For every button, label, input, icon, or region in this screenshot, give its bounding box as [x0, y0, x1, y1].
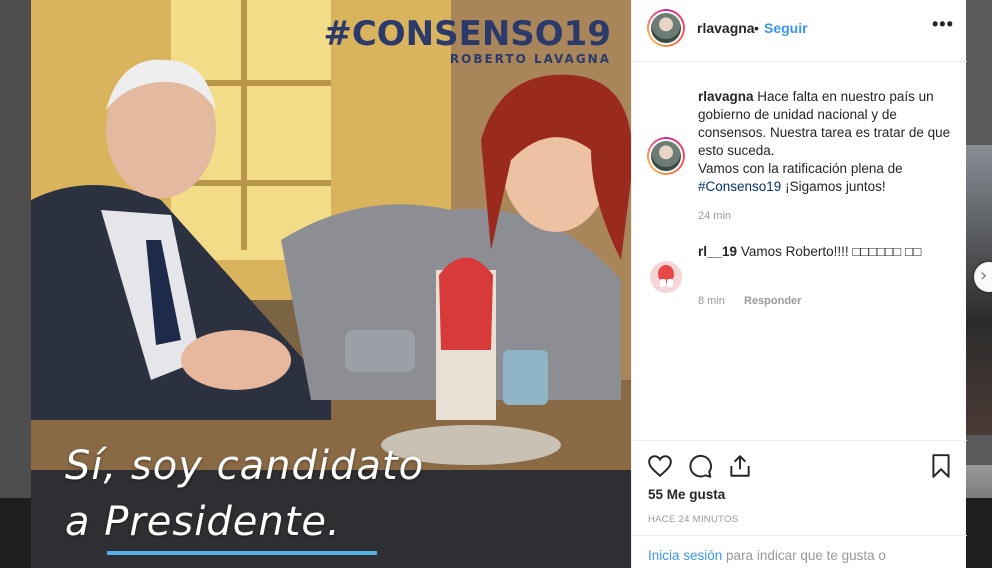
heart-icon[interactable]	[647, 453, 673, 479]
login-prompt: Inicia sesión para indicar que te gusta …	[632, 535, 967, 568]
login-link[interactable]: Inicia sesión	[648, 548, 722, 563]
caption-username[interactable]: rlavagna	[698, 89, 754, 104]
caption-text-2: Vamos con la ratificación plena de	[698, 161, 903, 176]
overlay-line-2: a Presidente.	[65, 499, 341, 545]
caption-text-3: ¡Sigamos juntos!	[785, 179, 886, 194]
comment-avatar[interactable]	[650, 261, 682, 293]
header-username[interactable]: rlavagna	[697, 20, 755, 36]
header-separator: •	[754, 20, 759, 36]
more-options-icon[interactable]: •••	[932, 14, 954, 35]
caption-hashtag[interactable]: #Consenso19	[698, 179, 781, 194]
reply-button[interactable]: Responder	[744, 295, 801, 307]
brand-name: ROBERTO LAVAGNA	[449, 52, 611, 66]
overlay-headline: Sí, soy candidato a Presidente.	[65, 438, 424, 550]
overlay-underline	[107, 551, 377, 555]
share-icon[interactable]	[727, 453, 753, 479]
login-text: para indicar que te gusta o	[722, 548, 886, 563]
caption-timestamp: 24 min	[698, 210, 732, 222]
follow-button[interactable]: Seguir	[764, 20, 808, 36]
caption-avatar[interactable]	[647, 137, 685, 175]
background-left-strip	[0, 0, 32, 568]
post-actions: 55 Me gusta HACE 24 MINUTOS Inicia sesió…	[632, 440, 967, 568]
post-sidebar: rlavagna • Seguir ••• rlavagna Hace falt…	[631, 0, 967, 568]
comment-text: Vamos Roberto!!!! □□□□□□ □□	[740, 244, 922, 259]
brand-mark: #CONSENSO19 ROBERTO LAVAGNA	[323, 14, 611, 66]
post-timestamp: HACE 24 MINUTOS	[648, 514, 739, 525]
comment: rl__19 Vamos Roberto!!!! □□□□□□ □□	[698, 243, 953, 261]
bookmark-icon[interactable]	[928, 453, 954, 479]
comment-timestamp: 8 min	[698, 295, 725, 307]
brand-hashtag: #CONSENSO19	[323, 14, 611, 54]
likes-count[interactable]: 55 Me gusta	[648, 487, 725, 502]
post-caption: rlavagna Hace falta en nuestro país un g…	[698, 88, 953, 196]
avatar[interactable]	[647, 9, 685, 47]
post-header: rlavagna • Seguir •••	[632, 0, 967, 62]
chevron-right-icon: ›	[980, 265, 988, 286]
login-prompt-text: Inicia sesión para indicar que te gusta …	[648, 548, 886, 563]
post-image[interactable]: #CONSENSO19 ROBERTO LAVAGNA Sí, soy cand…	[31, 0, 631, 568]
comment-username[interactable]: rl__19	[698, 244, 737, 259]
comment-icon[interactable]	[687, 453, 713, 479]
overlay-line-1: Sí, soy candidato	[65, 443, 425, 489]
